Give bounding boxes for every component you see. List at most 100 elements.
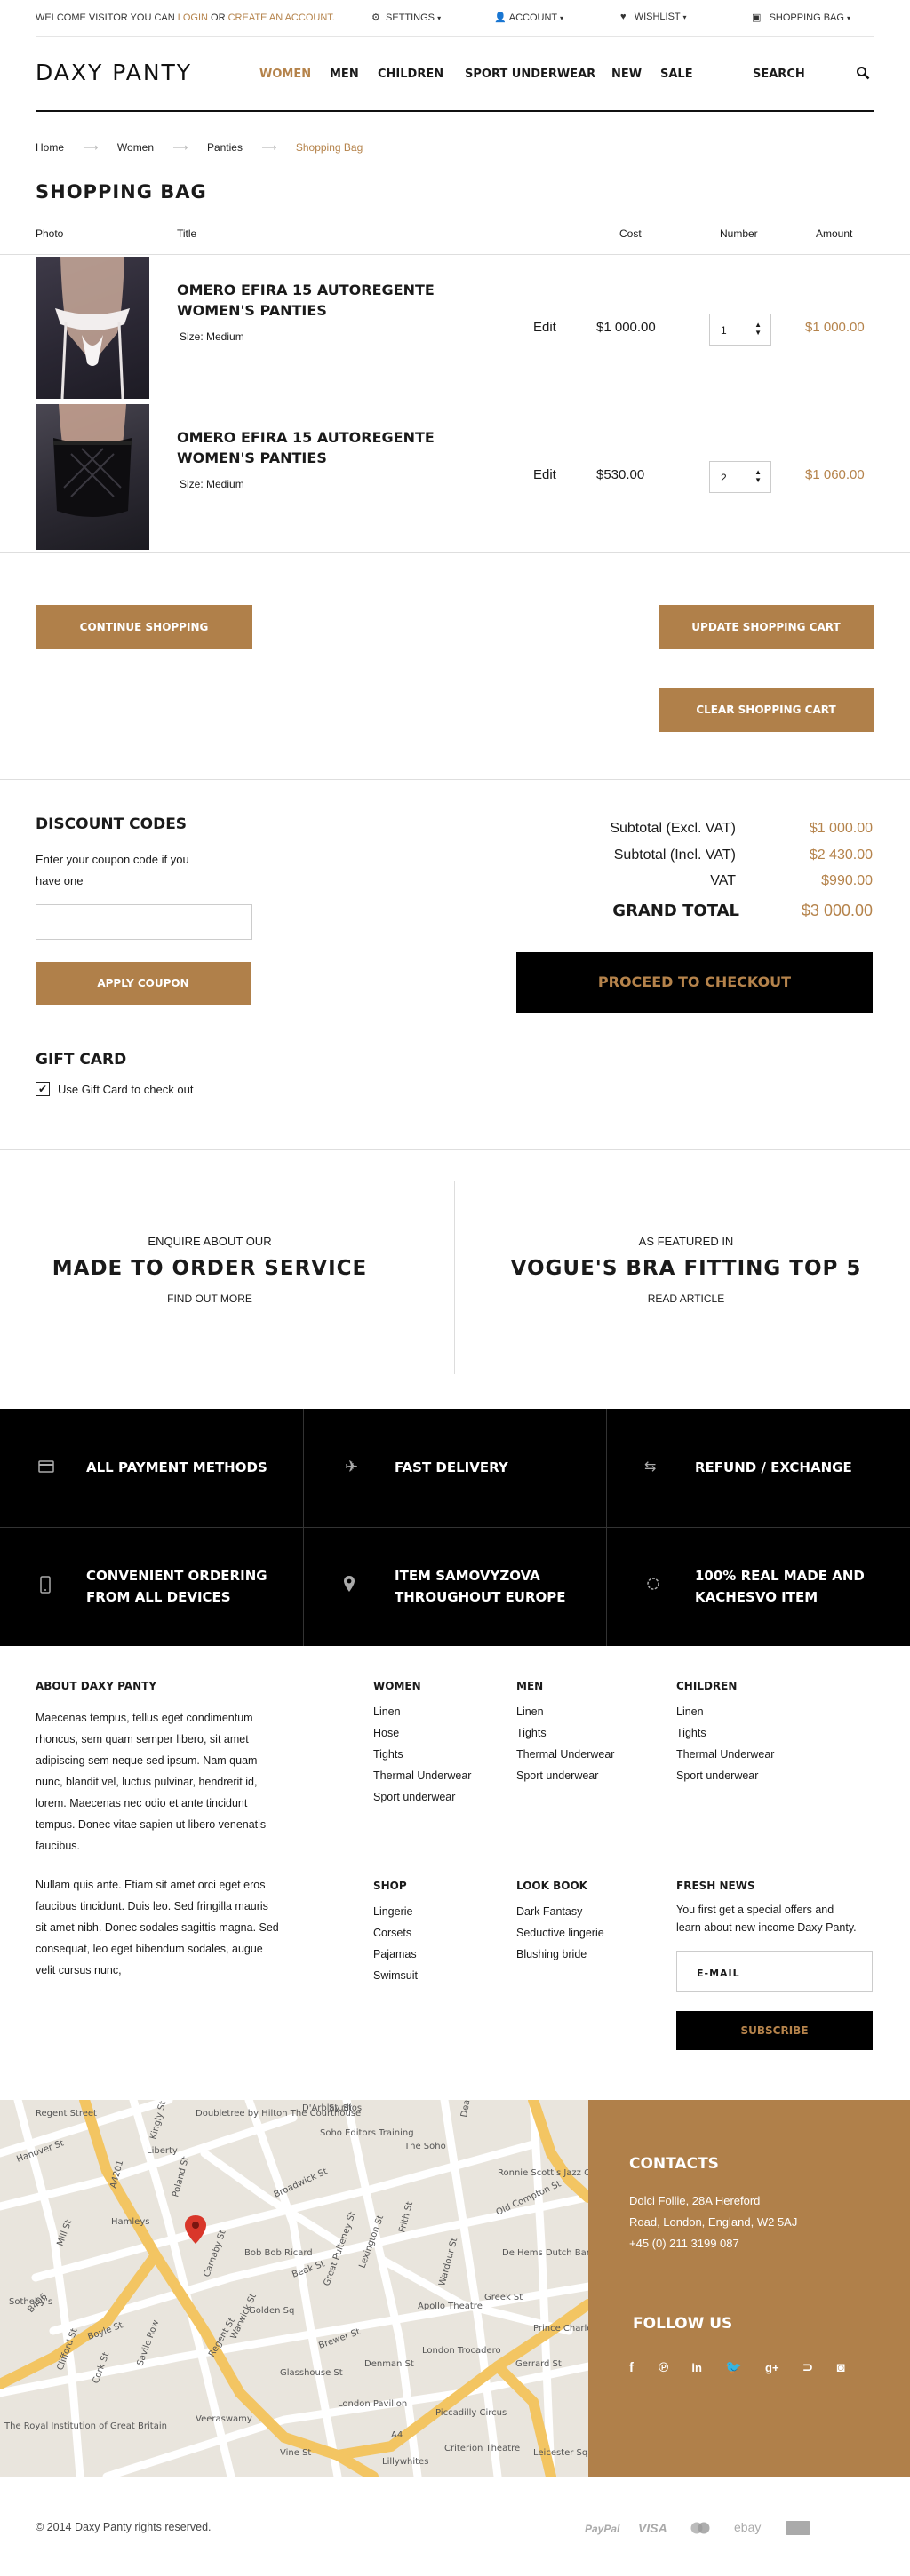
quantity-value: 1: [721, 324, 727, 337]
breadcrumb-panties[interactable]: Panties: [207, 141, 243, 154]
map[interactable]: Regent Street Hanover St Liberty Doublet…: [0, 2100, 588, 2477]
pinterest-icon[interactable]: ℗: [659, 2360, 668, 2375]
footer-link[interactable]: Sport underwear: [373, 1786, 471, 1808]
footer-link[interactable]: Seductive lingerie: [516, 1922, 604, 1944]
quantity-stepper[interactable]: 2 ▲ ▼: [709, 461, 771, 493]
product-title-line2[interactable]: WOMEN'S PANTIES: [177, 449, 327, 466]
about-line: velit cursus nunc,: [36, 1964, 122, 1976]
footer-link[interactable]: Linen: [516, 1701, 614, 1722]
footer-link[interactable]: Swimsuit: [373, 1965, 418, 1986]
continue-shopping-button[interactable]: CONTINUE SHOPPING: [36, 605, 252, 649]
facebook-icon[interactable]: f: [629, 2360, 634, 2375]
top-bar-divider: [36, 36, 874, 37]
nav-women[interactable]: WOMEN: [259, 68, 311, 81]
footer-link[interactable]: Hose: [373, 1722, 471, 1744]
footer-link[interactable]: Thermal Underwear: [516, 1744, 614, 1765]
coupon-input[interactable]: [36, 904, 252, 940]
chevron-down-icon: ▾: [437, 14, 442, 22]
arrow-right-icon: ⟶: [261, 141, 277, 154]
footer-link[interactable]: Corsets: [373, 1922, 418, 1944]
feature-label-line2: FROM ALL DEVICES: [86, 1589, 231, 1605]
wishlist-label: WISHLIST: [634, 12, 681, 22]
linkedin-icon[interactable]: in: [691, 2361, 702, 2374]
google-plus-icon[interactable]: g+: [765, 2361, 779, 2374]
map-label: Lillywhites: [382, 2457, 428, 2467]
stepper-arrows-icon[interactable]: ▲ ▼: [754, 468, 762, 484]
logo[interactable]: DAXY PANTY: [36, 60, 192, 85]
gift-card-checkbox[interactable]: ✔: [36, 1082, 50, 1096]
search-label[interactable]: SEARCH: [753, 68, 805, 81]
mobile-icon: [40, 1576, 51, 1594]
footer-link[interactable]: Lingerie: [373, 1901, 418, 1922]
proceed-to-checkout-button[interactable]: PROCEED TO CHECKOUT: [516, 952, 873, 1013]
footer-link[interactable]: Thermal Underwear: [373, 1765, 471, 1786]
footer-link[interactable]: Blushing bride: [516, 1944, 604, 1965]
breadcrumb-women[interactable]: Women: [117, 141, 154, 154]
footer-link[interactable]: Tights: [516, 1722, 614, 1744]
footer-link[interactable]: Dark Fantasy: [516, 1901, 604, 1922]
nav-sport-underwear[interactable]: SPORT UNDERWEAR: [465, 68, 595, 81]
chevron-down-icon: ▾: [682, 13, 687, 21]
feature-label: FAST DELIVERY: [395, 1459, 508, 1475]
subscribe-button[interactable]: SUBSCRIBE: [676, 2011, 873, 2050]
subtotal-incl-label: Subtotal (Inel. VAT): [613, 847, 736, 863]
newsletter-email-input[interactable]: E-MAIL: [676, 1951, 873, 1992]
footer-link[interactable]: Linen: [373, 1701, 471, 1722]
footer-link[interactable]: Tights: [676, 1722, 774, 1744]
product-size: Size: Medium: [180, 478, 244, 490]
footer-link[interactable]: Sport underwear: [516, 1765, 614, 1786]
settings-menu[interactable]: ⚙ SETTINGS ▾: [371, 12, 441, 23]
promo-kicker: AS FEATURED IN: [638, 1235, 734, 1248]
instagram-icon[interactable]: ◙: [836, 2360, 844, 2375]
rss-icon[interactable]: ⊃: [802, 2360, 814, 2375]
nav-children[interactable]: CHILDREN: [378, 68, 443, 81]
about-line: faucibus.: [36, 1840, 81, 1852]
news-text: You first get a special offers and: [676, 1904, 834, 1916]
shopping-bag-menu[interactable]: ▣ SHOPPING BAG ▾: [752, 12, 850, 23]
subtotal-incl-value: $2 430.00: [809, 847, 873, 863]
update-cart-button[interactable]: UPDATE SHOPPING CART: [659, 605, 874, 649]
product-title-line2[interactable]: WOMEN'S PANTIES: [177, 302, 327, 319]
edit-link[interactable]: Edit: [533, 320, 556, 335]
map-label: Golden Sq: [249, 2306, 294, 2316]
promo-link[interactable]: READ ARTICLE: [480, 1292, 892, 1305]
nav-sale[interactable]: SALE: [660, 68, 693, 81]
product-title[interactable]: OMERO EFIRA 15 AUTOREGENTE: [177, 429, 435, 446]
item-cost: $1 000.00: [596, 320, 656, 335]
map-label: The Royal Institution of Great Britain: [4, 2421, 167, 2431]
footer-link[interactable]: Pajamas: [373, 1944, 418, 1965]
promo-vogue[interactable]: AS FEATURED IN VOGUE'S BRA FITTING TOP 5…: [480, 1235, 892, 1305]
clear-cart-button[interactable]: CLEAR SHOPPING CART: [659, 688, 874, 732]
login-link[interactable]: LOGIN: [178, 12, 208, 23]
product-photo[interactable]: [36, 257, 149, 399]
about-line: lorem. Maecenas nec odio et ante tincidu…: [36, 1797, 248, 1809]
about-line: Maecenas tempus, tellus eget condimentum: [36, 1712, 253, 1724]
footer-link[interactable]: Thermal Underwear: [676, 1744, 774, 1765]
create-account-link[interactable]: CREATE AN ACCOUNT.: [228, 12, 335, 23]
product-title[interactable]: OMERO EFIRA 15 AUTOREGENTE: [177, 282, 435, 298]
breadcrumb-home[interactable]: Home: [36, 141, 64, 154]
nav-new[interactable]: NEW: [611, 68, 642, 81]
footer-link[interactable]: Tights: [373, 1744, 471, 1765]
apply-coupon-button[interactable]: APPLY COUPON: [36, 962, 251, 1005]
checkmark-icon: ✔: [37, 1083, 48, 1095]
promo-link[interactable]: FIND OUT MORE: [0, 1292, 419, 1305]
stepper-arrows-icon[interactable]: ▲ ▼: [754, 321, 762, 337]
chevron-down-icon: ▾: [560, 14, 564, 22]
edit-link[interactable]: Edit: [533, 467, 556, 482]
footer-link[interactable]: Sport underwear: [676, 1765, 774, 1786]
twitter-icon[interactable]: 🐦: [725, 2360, 742, 2375]
nav-men[interactable]: MEN: [330, 68, 359, 81]
account-label: ACCOUNT: [508, 12, 557, 23]
quantity-stepper[interactable]: 1 ▲ ▼: [709, 314, 771, 346]
promo-made-to-order[interactable]: ENQUIRE ABOUT OUR MADE TO ORDER SERVICE …: [0, 1235, 419, 1305]
col-header-number: Number: [720, 227, 758, 240]
wishlist-menu[interactable]: ♥ WISHLIST ▾: [620, 12, 687, 22]
account-menu[interactable]: 👤 ACCOUNT ▾: [494, 12, 563, 23]
search-icon[interactable]: [856, 66, 870, 80]
map-label: Liberty: [147, 2146, 178, 2156]
footer-link[interactable]: Linen: [676, 1701, 774, 1722]
gift-card-checkbox-label[interactable]: Use Gift Card to check out: [58, 1083, 193, 1096]
product-photo[interactable]: [36, 404, 149, 550]
map-label: Prince Charles Cinema: [533, 2324, 588, 2334]
